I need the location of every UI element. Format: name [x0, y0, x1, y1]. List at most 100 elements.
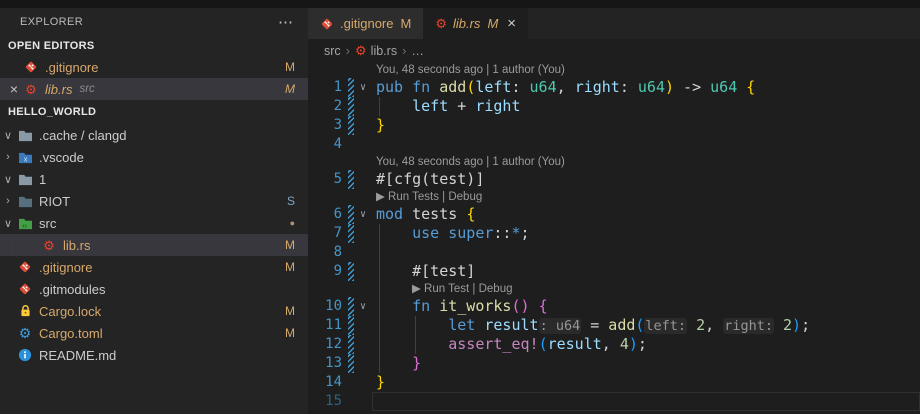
code-token: [430, 297, 439, 315]
code-token: right: [575, 78, 620, 96]
code-line[interactable]: 7 use super::*;: [308, 224, 920, 243]
tree-item-vscode[interactable]: ›x.vscode: [0, 146, 308, 168]
tree-item-label: .vscode: [39, 150, 84, 165]
code-token: =: [581, 316, 608, 334]
code-line-content: left + right: [372, 97, 920, 116]
more-actions-icon[interactable]: ⋯: [278, 13, 294, 31]
code-line[interactable]: 1∨pub fn add(left: u64, right: u64) -> u…: [308, 78, 920, 97]
code-line[interactable]: 15: [308, 392, 920, 411]
code-editor[interactable]: You, 48 seconds ago | 1 author (You)1∨pu…: [308, 62, 920, 414]
fold-chevron-icon[interactable]: ∨: [354, 205, 372, 224]
code-token: {: [466, 205, 475, 223]
code-line[interactable]: 4: [308, 135, 920, 154]
codelens-link[interactable]: ▶ Run Test: [412, 283, 469, 295]
tree-item-1[interactable]: ∨1: [0, 168, 308, 190]
codelens-row: You, 48 seconds ago | 1 author (You): [308, 62, 920, 78]
line-number: 4: [308, 135, 348, 154]
code-line-content: #[cfg(test)]: [372, 170, 920, 189]
code-token: [439, 224, 448, 242]
code-line[interactable]: 13 }: [308, 354, 920, 373]
code-token: result: [548, 335, 602, 353]
code-token: [376, 316, 448, 334]
line-number: 12: [308, 335, 348, 354]
code-line-content: let result: u64 = add(left: 2, right: 2)…: [372, 316, 920, 335]
code-line-content: [372, 243, 920, 262]
breadcrumb-item[interactable]: src: [324, 44, 341, 58]
code-token: assert_eq!: [448, 335, 538, 353]
tree-item-gitmodules[interactable]: .gitmodules: [0, 278, 308, 300]
code-line[interactable]: 14}: [308, 373, 920, 392]
code-line-content: pub fn add(left: u64, right: u64) -> u64…: [372, 78, 920, 97]
code-token: add: [439, 78, 466, 96]
breadcrumb-item[interactable]: …: [411, 44, 424, 58]
code-line[interactable]: 2 left + right: [308, 97, 920, 116]
vscode-window: EXPLORER ⋯ OPEN EDITORS .gitignoreM×⚙lib…: [0, 0, 920, 414]
tree-item-Cargotoml[interactable]: ⚙Cargo.tomlM: [0, 322, 308, 344]
code-token: #[test]: [376, 262, 475, 280]
breadcrumb-item[interactable]: lib.rs: [371, 44, 397, 58]
open-editor-item-librs[interactable]: ×⚙lib.rssrcM: [0, 78, 308, 100]
editor-group: .gitignoreM⚙lib.rsM× src›⚙lib.rs›… You, …: [308, 8, 920, 414]
code-line[interactable]: 6∨mod tests {: [308, 205, 920, 224]
git-icon: [16, 260, 34, 274]
code-token: [376, 354, 412, 372]
indent-guide: [379, 224, 380, 373]
code-token: [774, 316, 783, 334]
tree-item-gitignore[interactable]: .gitignoreM: [0, 256, 308, 278]
close-icon[interactable]: ×: [507, 15, 516, 32]
code-token: :: [511, 78, 529, 96]
code-line[interactable]: 12 assert_eq!(result, 4);: [308, 335, 920, 354]
open-editors-section-header[interactable]: OPEN EDITORS: [0, 35, 308, 56]
code-line[interactable]: 11 let result: u64 = add(left: 2, right:…: [308, 316, 920, 335]
code-token: [376, 224, 412, 242]
codelens-row: You, 48 seconds ago | 1 author (You): [308, 154, 920, 170]
close-icon[interactable]: ×: [6, 81, 22, 97]
code-line[interactable]: 5#[cfg(test)]: [308, 170, 920, 189]
code-token: [530, 297, 539, 315]
workspace-root-header[interactable]: HELLO_WORLD: [0, 100, 308, 124]
inlay-hint: left:: [644, 318, 687, 334]
line-number: 2: [308, 97, 348, 116]
tree-item-label: Cargo.lock: [39, 304, 101, 319]
fold-spacer: [354, 170, 372, 189]
fold-spacer: [354, 335, 372, 354]
code-token: }: [412, 354, 421, 372]
line-number: 13: [308, 354, 348, 373]
code-line[interactable]: 10∨ fn it_works() {: [308, 297, 920, 316]
tree-item-RIOT[interactable]: ›RIOTS: [0, 190, 308, 212]
git-icon: [22, 60, 40, 74]
tree-item-src[interactable]: ∨‹›src●: [0, 212, 308, 234]
line-number: 9: [308, 262, 348, 281]
code-token: u64: [710, 78, 737, 96]
src-folder-icon: ‹›: [16, 217, 34, 230]
vscode-folder-icon: x: [16, 151, 34, 164]
code-token: ->: [674, 78, 710, 96]
code-token: ,: [602, 335, 620, 353]
tree-item-Cargolock[interactable]: Cargo.lock M: [0, 300, 308, 322]
gear-icon: ⚙: [16, 326, 34, 340]
tab-gitignore[interactable]: .gitignoreM: [308, 8, 423, 39]
open-editor-item-gitignore[interactable]: .gitignoreM: [0, 56, 308, 78]
tree-item-librs[interactable]: ⚙lib.rsM: [0, 234, 308, 256]
window-top-strip: [0, 0, 920, 8]
code-token: it_works: [439, 297, 511, 315]
code-line[interactable]: 9 #[test]: [308, 262, 920, 281]
submodule-badge: S: [287, 194, 295, 208]
codelens-link[interactable]: ▶ Run Tests: [376, 191, 439, 203]
fold-chevron-icon[interactable]: ∨: [354, 78, 372, 97]
code-line[interactable]: 3}: [308, 116, 920, 135]
code-line[interactable]: 8: [308, 243, 920, 262]
git-icon: [16, 282, 34, 296]
tree-item-cacheclangd[interactable]: ∨.cache / clangd: [0, 124, 308, 146]
codelens-row: ▶ Run Test | Debug: [308, 281, 920, 297]
fold-spacer: [354, 135, 372, 154]
codelens-link[interactable]: Debug: [479, 283, 513, 295]
code-token: 4: [620, 335, 629, 353]
chevron-down-icon: ∨: [0, 129, 16, 142]
modified-badge: M: [285, 304, 295, 318]
code-token: 2: [696, 316, 705, 334]
tab-librs[interactable]: ⚙lib.rsM×: [423, 8, 528, 39]
codelens-link[interactable]: Debug: [448, 191, 482, 203]
fold-chevron-icon[interactable]: ∨: [354, 297, 372, 316]
tree-item-READMEmd[interactable]: README.md: [0, 344, 308, 366]
